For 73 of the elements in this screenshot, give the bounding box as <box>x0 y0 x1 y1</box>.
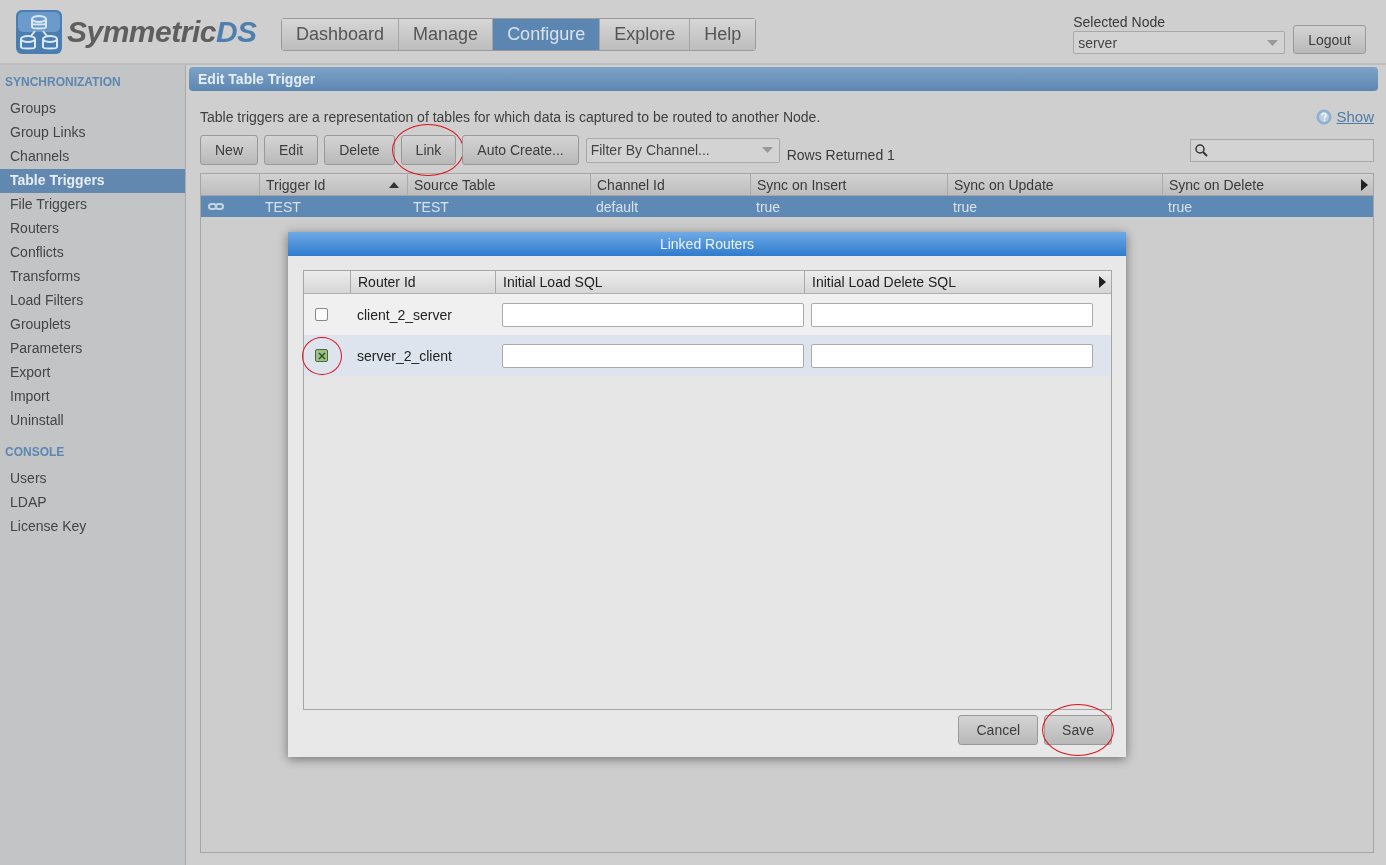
sidebar-item[interactable]: File Triggers <box>0 193 185 217</box>
sidebar-item[interactable]: Export <box>0 361 185 385</box>
column-header[interactable]: Initial Load Delete SQL <box>804 271 1094 293</box>
toolbar-button[interactable]: Auto Create... <box>462 135 579 165</box>
sidebar-item[interactable]: Import <box>0 385 185 409</box>
dialog-button[interactable]: Save <box>1044 715 1112 745</box>
panel-header: Edit Table Trigger <box>189 67 1378 91</box>
sidebar-item[interactable]: Groups <box>0 97 185 121</box>
toolbar-button[interactable]: New <box>200 135 258 165</box>
column-header[interactable]: Sync on Update <box>947 174 1162 195</box>
table-cell-text: true <box>755 197 782 217</box>
sidebar-item[interactable]: Conflicts <box>0 241 185 265</box>
sidebar-item[interactable]: Channels <box>0 145 185 169</box>
section-heading: CONSOLE <box>4 445 66 459</box>
column-menu-arrow-icon <box>1361 178 1368 191</box>
field-label: Selected Node <box>1073 14 1166 30</box>
nav-tab[interactable]: Manage <box>398 19 493 50</box>
table-cell-text: client_2_server <box>356 305 453 325</box>
sidebar-item[interactable]: Table Triggers <box>0 169 185 193</box>
dialog-button[interactable]: Cancel <box>958 715 1039 745</box>
toolbar-button[interactable]: Link <box>400 135 457 165</box>
table-row[interactable]: server_2_client <box>304 335 1111 376</box>
sidebar-item[interactable]: Grouplets <box>0 313 185 337</box>
dialog-title: Linked Routers <box>288 232 1126 256</box>
help-icon <box>1316 108 1333 125</box>
sidebar-item[interactable]: Uninstall <box>0 409 185 433</box>
checkbox[interactable] <box>315 349 328 362</box>
logout-button[interactable]: Logout <box>1293 25 1366 54</box>
nav-tab[interactable]: Dashboard <box>282 19 399 50</box>
database-logo-icon <box>15 9 63 55</box>
nav-tab[interactable]: Help <box>689 19 756 50</box>
column-header[interactable]: Router Id <box>350 271 495 293</box>
sidebar-item[interactable]: License Key <box>0 515 185 539</box>
sidebar-item[interactable]: Group Links <box>0 121 185 145</box>
table-cell-text: TEST <box>412 197 450 217</box>
table-cell-text: server_2_client <box>356 346 453 366</box>
table-cell-text: TEST <box>264 197 302 217</box>
rows-returned-text: Rows Returned 1 <box>786 147 895 163</box>
link-icon <box>208 201 224 212</box>
text-input[interactable] <box>811 343 1093 368</box>
toolbar-button[interactable]: Delete <box>324 135 395 165</box>
node-dropdown[interactable]: server <box>1073 31 1286 54</box>
column-header[interactable]: Sync on Delete <box>1162 174 1356 195</box>
logo-text: SymmetricDS <box>67 15 257 49</box>
text-input[interactable] <box>502 343 804 368</box>
toolbar-button[interactable]: Edit <box>264 135 319 165</box>
text-input[interactable] <box>502 302 804 327</box>
table-cell-text: true <box>952 197 979 217</box>
column-header[interactable]: Sync on Insert <box>750 174 947 195</box>
sidebar-item[interactable]: Routers <box>0 217 185 241</box>
table-row[interactable]: client_2_server <box>304 294 1111 335</box>
caret-icon <box>1267 39 1279 46</box>
table-cell-text: true <box>1167 197 1194 217</box>
column-header[interactable]: Trigger Id <box>259 174 407 195</box>
column-header[interactable]: Source Table <box>407 174 590 195</box>
sidebar-item[interactable]: Load Filters <box>0 289 185 313</box>
nav-tab[interactable]: Explore <box>599 19 690 50</box>
sidebar-item[interactable]: Users <box>0 467 185 491</box>
column-header[interactable]: Initial Load SQL <box>495 271 804 293</box>
search-icon <box>1195 143 1208 157</box>
column-header[interactable]: Channel Id <box>590 174 750 195</box>
column-menu-arrow-icon <box>1099 276 1106 288</box>
sidebar-item[interactable]: Transforms <box>0 265 185 289</box>
table-cell-text: default <box>595 197 640 217</box>
channel-filter-dropdown[interactable]: Filter By Channel... <box>585 137 780 163</box>
description-text: Table triggers are a representation of tables for which data is captured to be routed to another Node. <box>200 108 821 125</box>
text-input[interactable] <box>811 302 1093 327</box>
checkbox[interactable] <box>315 308 328 321</box>
caret-icon <box>761 147 773 153</box>
section-heading: SYNCHRONIZATION <box>4 75 122 89</box>
sidebar-item[interactable]: LDAP <box>0 491 185 515</box>
search-field[interactable] <box>1190 138 1374 162</box>
sidebar-item[interactable]: Parameters <box>0 337 185 361</box>
